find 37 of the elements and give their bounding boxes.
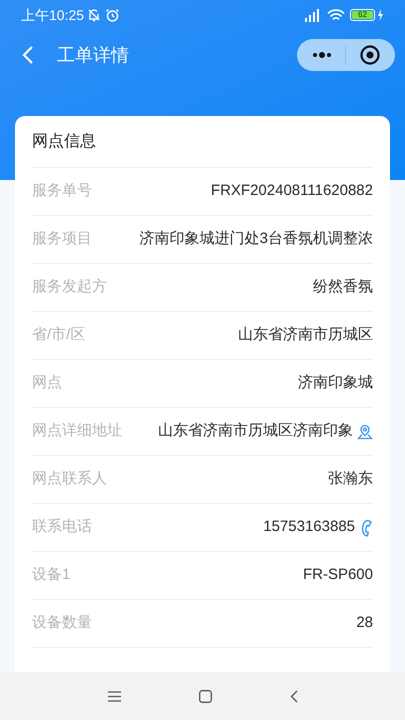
field-label: 服务发起方	[32, 277, 107, 298]
phone-icon[interactable]	[359, 518, 373, 536]
page-title: 工单详情	[57, 44, 129, 66]
bell-off-icon	[87, 8, 102, 22]
field-label: 网点联系人	[32, 469, 107, 490]
field-label: 服务单号	[32, 181, 92, 202]
field-label: 省/市/区	[32, 325, 86, 346]
more-icon[interactable]	[312, 52, 332, 58]
wifi-icon	[327, 8, 345, 22]
battery-icon: 62	[350, 9, 375, 21]
field-label: 设备数量	[32, 613, 92, 634]
close-icon[interactable]	[360, 45, 380, 65]
capsule-menu[interactable]	[297, 39, 395, 71]
field-label: 服务项目	[32, 229, 92, 250]
field-value: 28	[356, 613, 373, 634]
location-icon[interactable]	[357, 424, 373, 440]
field-value: 纷然香氛	[313, 277, 373, 298]
field-label: 设备1	[32, 565, 70, 586]
field-value: 济南印象城进门处3台香氛机调整浓	[140, 229, 373, 250]
home-icon[interactable]	[198, 690, 212, 702]
back-icon[interactable]	[290, 690, 298, 702]
field-value: 山东省济南市历城区济南印象	[158, 421, 353, 442]
field-label: 联系电话	[32, 517, 92, 538]
charging-icon	[377, 9, 384, 21]
field-value: 山东省济南市历城区	[238, 325, 373, 346]
field-value: FR-SP600	[302, 565, 373, 586]
field-value: 15753163885	[263, 517, 355, 538]
field-label: 网点详细地址	[32, 421, 122, 442]
field-value: FRXF202408111620882	[210, 181, 373, 202]
field-label: 网点	[32, 373, 62, 394]
menu-icon[interactable]	[108, 690, 120, 702]
field-value: 张瀚东	[328, 469, 373, 490]
field-value: 济南印象城	[298, 373, 373, 394]
signal-icon	[303, 8, 321, 22]
status-time: 上午10:25	[21, 6, 84, 24]
card-title: 网点信息	[32, 132, 96, 152]
alarm-icon	[105, 8, 120, 22]
